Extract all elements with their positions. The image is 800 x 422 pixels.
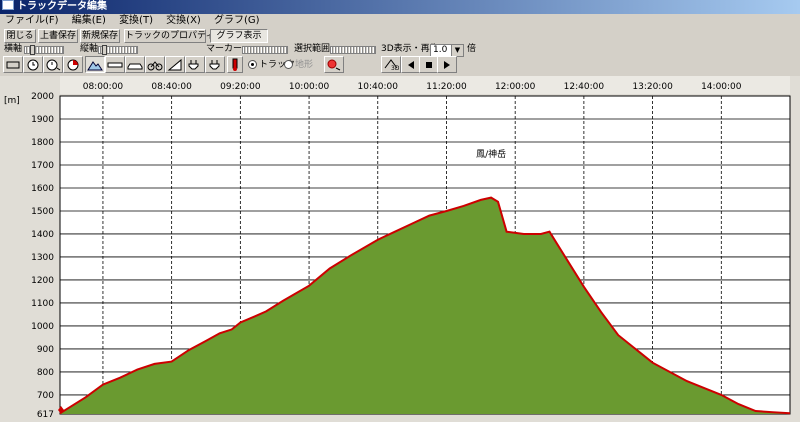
playback-speed-value: 1.0 <box>433 45 448 55</box>
mountain-icon <box>87 61 103 71</box>
x-tick-label: 14:00:00 <box>701 82 742 92</box>
play-forward-icon <box>444 61 450 69</box>
x-tick-label: 12:00:00 <box>495 82 536 92</box>
app-icon <box>2 0 14 10</box>
vertical-axis-label: 縦軸 <box>80 44 99 54</box>
y-tick-label: 800 <box>37 368 54 378</box>
close-button[interactable]: 閉じる <box>4 29 36 43</box>
x-tick-label: 10:40:00 <box>358 82 399 92</box>
time-axis-button[interactable] <box>43 56 63 73</box>
elevation-chart[interactable]: 2000 1900 1800 1700 1600 1500 1400 1300 1200 1100… <box>0 76 800 422</box>
svg-text:3D: 3D <box>391 65 399 71</box>
y-tick-label: 700 <box>37 391 54 401</box>
chevron-down-icon[interactable]: ▼ <box>451 45 463 56</box>
marker-label: マーカー <box>206 44 243 54</box>
flat-view-button[interactable] <box>105 56 125 73</box>
plug-icon <box>188 60 199 70</box>
x-tick-label: 10:00:00 <box>289 82 330 92</box>
y-tick-label: 1800 <box>31 138 54 148</box>
y-tick-label: 1600 <box>31 184 54 194</box>
x-tick-label: 08:00:00 <box>83 82 124 92</box>
selection-range-slider[interactable] <box>330 46 376 54</box>
play-backward-icon <box>408 61 414 69</box>
play-backward-button[interactable] <box>401 56 421 73</box>
clock-red-icon <box>67 59 79 71</box>
stop-icon <box>426 62 432 68</box>
marker-slider[interactable] <box>242 46 288 54</box>
menu-edit[interactable]: 編集(E) <box>67 14 111 28</box>
menu-graph[interactable]: グラフ(G) <box>209 14 265 28</box>
track-properties-button[interactable]: トラックのプロパティ <box>124 29 214 43</box>
horizontal-zoom-thumb[interactable] <box>30 45 35 55</box>
map-pin-button[interactable] <box>324 56 344 73</box>
y-tick-label: 1400 <box>31 230 54 240</box>
y-tick-label: 1000 <box>31 322 54 332</box>
x-tick-label: 12:40:00 <box>564 82 605 92</box>
clock-button[interactable] <box>23 56 43 73</box>
window-title: トラックデータ編集 <box>17 1 107 12</box>
title-bar: トラックデータ編集 <box>0 0 800 14</box>
horizontal-axis-label: 横軸 <box>4 44 23 54</box>
menu-file[interactable]: ファイル(F) <box>0 14 64 28</box>
x-tick-label: 13:20:00 <box>632 82 673 92</box>
speed-unit-label: 倍 <box>467 44 477 54</box>
plug-icon <box>209 60 220 70</box>
slope-icon <box>167 58 182 71</box>
bike-button[interactable] <box>145 56 165 73</box>
thermometer-button[interactable] <box>227 56 243 73</box>
overwrite-save-button[interactable]: 上書保存 <box>38 29 78 43</box>
graph-view-button[interactable]: グラフ表示 <box>210 29 268 43</box>
y-tick-label: 900 <box>37 345 54 355</box>
peak-annotation: 鳳/神岳 <box>476 148 506 160</box>
car-button[interactable] <box>125 56 145 73</box>
terrain-radio-label: 地形 <box>295 60 314 70</box>
radio-selected-icon <box>248 60 257 69</box>
y-tick-label: 2000 <box>31 92 54 102</box>
y-tick-label: 1500 <box>31 207 54 217</box>
y-axis-label: [m] <box>4 96 20 106</box>
radio-unselected-icon <box>284 60 293 69</box>
stop-button[interactable] <box>419 56 439 73</box>
terrain-radio: 地形 <box>284 60 313 71</box>
x-tick-label: 09:20:00 <box>220 82 261 92</box>
y-tick-label: 617 <box>37 410 54 420</box>
play-forward-button[interactable] <box>437 56 457 73</box>
action-toolbar: 閉じる 上書保存 新規保存 トラックのプロパティ グラフ表示 <box>0 28 800 44</box>
clock-arrow-icon <box>46 59 61 71</box>
x-tick-label: 08:40:00 <box>151 82 192 92</box>
slope-button[interactable] <box>165 56 185 73</box>
vertical-zoom-thumb[interactable] <box>102 45 107 55</box>
car-icon <box>127 63 143 70</box>
3d-view-button[interactable]: 3D <box>381 56 401 73</box>
new-save-button[interactable]: 新規保存 <box>80 29 120 43</box>
menu-exchange[interactable]: 交換(X) <box>161 14 206 28</box>
menu-convert[interactable]: 変換(T) <box>114 14 158 28</box>
rectangle-icon <box>6 61 20 69</box>
bicycle-icon <box>147 61 163 71</box>
map-pin-icon <box>327 59 341 71</box>
horizontal-zoom-slider[interactable] <box>24 45 64 55</box>
menu-bar: ファイル(F) 編集(E) 変換(T) 交換(X) グラフ(G) <box>0 14 800 28</box>
y-tick-label: 1100 <box>31 299 54 309</box>
power-button[interactable] <box>185 56 205 73</box>
3d-icon: 3D <box>384 59 399 71</box>
clock-icon <box>27 59 39 71</box>
y-tick-label: 1700 <box>31 161 54 171</box>
track-data-editor-window: トラックデータ編集 ファイル(F) 編集(E) 変換(T) 交換(X) グラフ(… <box>0 0 800 422</box>
y-tick-label: 1300 <box>31 253 54 263</box>
display-mode-button[interactable] <box>3 56 23 73</box>
flat-rectangle-icon <box>107 62 123 68</box>
y-tick-label: 1200 <box>31 276 54 286</box>
y-tick-label: 1900 <box>31 115 54 125</box>
thermometer-icon <box>232 58 238 71</box>
plug-alt-button[interactable] <box>205 56 225 73</box>
x-tick-label: 11:20:00 <box>426 82 467 92</box>
time-red-button[interactable] <box>63 56 83 73</box>
graph-toolbar: 横軸 縦軸 マーカー 選択範囲 3D表示・再生 1.0 ▼ 倍 トラック 地形 … <box>0 44 800 74</box>
vertical-zoom-slider[interactable] <box>98 45 138 55</box>
elevation-profile-button[interactable] <box>85 56 105 73</box>
selection-range-label: 選択範囲 <box>294 44 331 54</box>
